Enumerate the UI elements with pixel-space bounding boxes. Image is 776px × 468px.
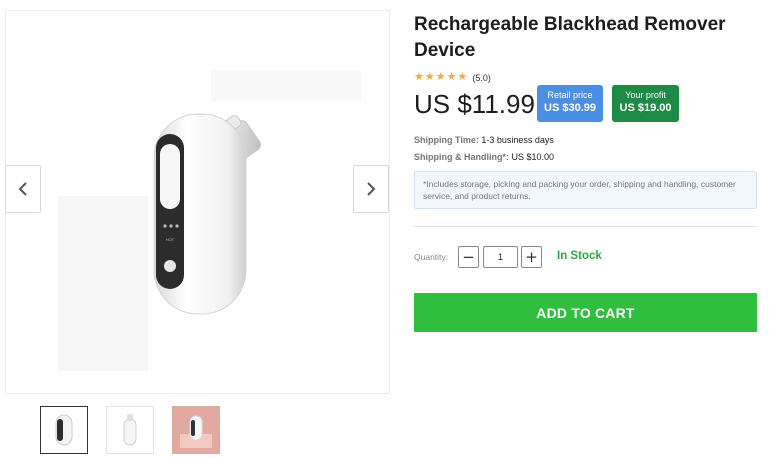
retail-price-badge: Retail price US $30.99 [537, 85, 603, 122]
quantity-increase-button[interactable]: + [521, 246, 542, 268]
shipping-handling-row: Shipping & Handling*: US $10.00 [414, 152, 554, 162]
main-product-image[interactable]: HOT [5, 10, 390, 394]
background-ghost-shape [211, 71, 361, 101]
previous-image-button[interactable] [5, 165, 41, 213]
quantity-input[interactable] [483, 246, 518, 268]
shipping-handling-label: Shipping & Handling*: [414, 152, 509, 162]
shipping-time-row: Shipping Time: 1-3 business days [414, 135, 554, 145]
add-to-cart-button[interactable]: ADD TO CART [414, 293, 757, 332]
star-icon: ★ [414, 71, 424, 83]
product-title: Rechargeable Blackhead Remover Device [414, 14, 726, 61]
shipping-handling-value: US $10.00 [511, 152, 555, 162]
retail-price-value: US $30.99 [544, 102, 596, 114]
star-icon: ★ [435, 71, 446, 83]
rating-stars: ★ ★ ★ ★ ★ [414, 72, 467, 83]
divider [414, 226, 757, 227]
retail-price-label: Retail price [547, 90, 593, 100]
next-image-button[interactable] [353, 165, 389, 213]
star-icon: ★ [457, 71, 468, 83]
stock-status: In Stock [557, 250, 602, 262]
quantity-decrease-button[interactable]: − [458, 246, 479, 268]
device-lamp-label: HOT [166, 237, 175, 242]
product-rating: ★ ★ ★ ★ ★ (5.0) [414, 72, 491, 83]
quantity-label: Quantity: [414, 252, 449, 262]
shipping-time-value: 1-3 business days [481, 135, 554, 145]
thumbnail-2[interactable] [106, 406, 154, 454]
thumbnail-strip [40, 406, 220, 454]
chevron-right-icon [367, 182, 376, 196]
thumbnail-3[interactable] [172, 406, 220, 454]
product-price: US $11.99 [414, 89, 535, 119]
profit-label: Your profit [625, 90, 666, 100]
rating-value: (5.0) [472, 72, 491, 83]
thumbnail-1[interactable] [40, 406, 88, 454]
background-ghost-shape [58, 196, 148, 371]
blackhead-remover-device-image: HOT [146, 106, 286, 321]
star-icon: ★ [424, 71, 435, 83]
shipping-time-label: Shipping Time: [414, 135, 479, 145]
chevron-left-icon [18, 182, 27, 196]
profit-badge: Your profit US $19.00 [612, 85, 679, 122]
star-icon: ★ [446, 71, 457, 83]
profit-value: US $19.00 [619, 102, 672, 114]
shipping-note: *Includes storage, picking and packing y… [414, 171, 757, 209]
